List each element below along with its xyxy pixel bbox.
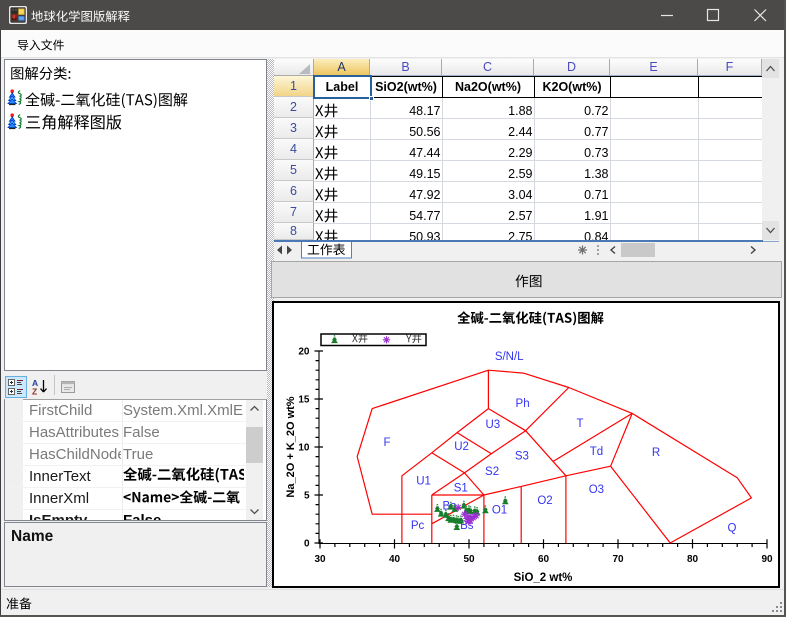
svg-text:70: 70 bbox=[612, 554, 624, 565]
svg-text:U2: U2 bbox=[454, 441, 469, 453]
svg-text:SiO_2 wt%: SiO_2 wt% bbox=[514, 572, 573, 584]
svg-text:R: R bbox=[652, 447, 660, 459]
svg-text:Z: Z bbox=[32, 387, 37, 396]
svg-text:O2: O2 bbox=[537, 495, 552, 507]
svg-text:10: 10 bbox=[298, 443, 310, 454]
svg-text:O3: O3 bbox=[589, 484, 604, 496]
svg-text:S/N/L: S/N/L bbox=[495, 351, 524, 363]
svg-text:20: 20 bbox=[298, 347, 310, 358]
svg-text:U3: U3 bbox=[485, 419, 500, 431]
svg-text:S3: S3 bbox=[515, 451, 529, 463]
svg-text:50: 50 bbox=[463, 554, 475, 565]
svg-text:O1: O1 bbox=[492, 504, 507, 516]
svg-text:Pc: Pc bbox=[411, 520, 425, 532]
svg-text:S2: S2 bbox=[485, 466, 499, 478]
svg-text:Na_2O + K_2O wt%: Na_2O + K_2O wt% bbox=[285, 396, 297, 497]
svg-text:Q: Q bbox=[728, 523, 737, 535]
svg-text:Ph: Ph bbox=[516, 398, 530, 410]
svg-text:5: 5 bbox=[304, 491, 310, 502]
svg-text:Td: Td bbox=[590, 446, 603, 458]
svg-text:U1: U1 bbox=[416, 476, 431, 488]
svg-text:40: 40 bbox=[389, 554, 401, 565]
svg-text:0: 0 bbox=[304, 539, 310, 550]
svg-text:T: T bbox=[576, 418, 583, 430]
svg-text:30: 30 bbox=[314, 554, 326, 565]
svg-text:80: 80 bbox=[687, 554, 699, 565]
svg-text:F: F bbox=[383, 437, 390, 449]
svg-text:60: 60 bbox=[538, 554, 550, 565]
svg-text:15: 15 bbox=[298, 395, 310, 406]
svg-text:90: 90 bbox=[761, 554, 773, 565]
svg-text:S1: S1 bbox=[454, 482, 468, 494]
